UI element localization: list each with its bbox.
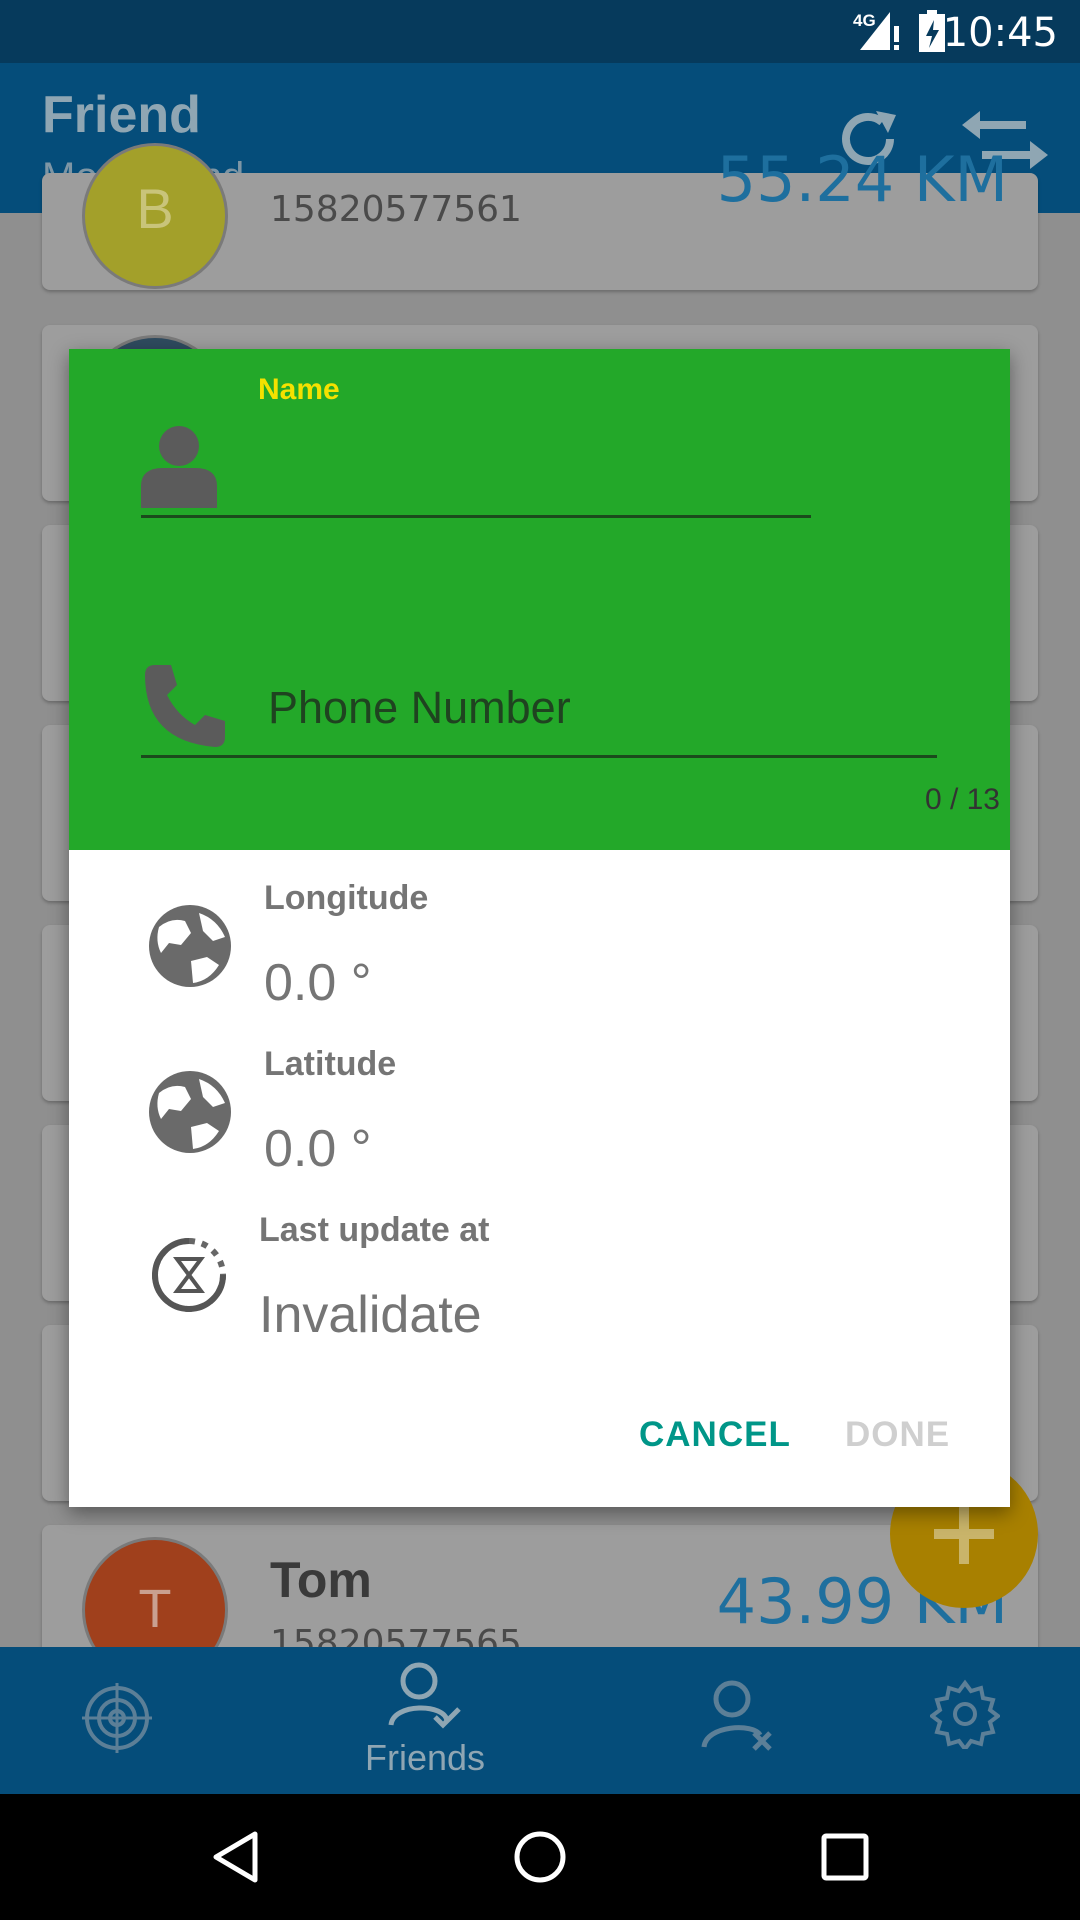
person-icon [141, 426, 217, 508]
nav-label-friends: Friends [365, 1737, 486, 1778]
page-title: Friend [42, 86, 201, 144]
settings-icon [928, 1679, 1002, 1753]
avatar: B [82, 143, 228, 289]
nav-item-friends[interactable]: Friends [340, 1659, 510, 1784]
longitude-label: Longitude [264, 879, 429, 917]
globe-icon [149, 905, 231, 987]
phone-char-counter: 0 / 13 [924, 783, 1000, 816]
phone-icon [145, 665, 225, 747]
nav-item-radar[interactable] [70, 1677, 160, 1767]
friends-icon [388, 1662, 461, 1729]
dialog-header: Name Phone Number 0 / 13 [69, 349, 1010, 850]
timer-icon [152, 1238, 226, 1312]
last-update-label: Last update at [259, 1211, 490, 1249]
latitude-value: 0.0 ° [264, 1120, 372, 1178]
back-icon[interactable] [210, 1830, 260, 1884]
status-bar: 4G 10:45 [0, 0, 1080, 63]
friend-name: Tom [270, 1552, 372, 1608]
friend-distance: 55.24 KM [716, 143, 1008, 216]
longitude-value: 0.0 ° [264, 954, 372, 1012]
name-input-underline [141, 515, 811, 518]
clock: 10:45 [942, 10, 1058, 56]
recents-icon[interactable] [820, 1832, 870, 1882]
name-field-label: Name [258, 373, 340, 406]
phone-input[interactable]: Phone Number [268, 682, 571, 734]
name-input[interactable] [268, 439, 808, 499]
friend-card[interactable]: B 15820577561 55.24 KM [42, 143, 1038, 290]
last-update-value: Invalidate [259, 1286, 482, 1344]
phone-input-underline [141, 755, 937, 758]
system-navigation-bar [0, 1794, 1080, 1920]
friend-phone: 15820577561 [270, 189, 522, 230]
nav-item-settings[interactable] [928, 1679, 1020, 1769]
signal-icon [860, 12, 899, 50]
cancel-button[interactable]: CANCEL [639, 1415, 791, 1455]
bottom-navigation: Friends [0, 1647, 1080, 1794]
home-icon[interactable] [512, 1829, 568, 1885]
remove-user-icon [701, 1680, 772, 1751]
plus-icon [934, 1504, 994, 1564]
nav-item-remove-friend[interactable] [700, 1677, 790, 1767]
radar-icon [82, 1683, 152, 1753]
add-friend-dialog: Name Phone Number 0 / 13 Longitude 0.0 °… [69, 349, 1010, 1507]
avatar-initial: B [136, 177, 174, 240]
avatar-initial: T [138, 1579, 172, 1639]
latitude-label: Latitude [264, 1045, 397, 1083]
globe-icon [149, 1071, 231, 1153]
done-button[interactable]: DONE [845, 1415, 950, 1455]
